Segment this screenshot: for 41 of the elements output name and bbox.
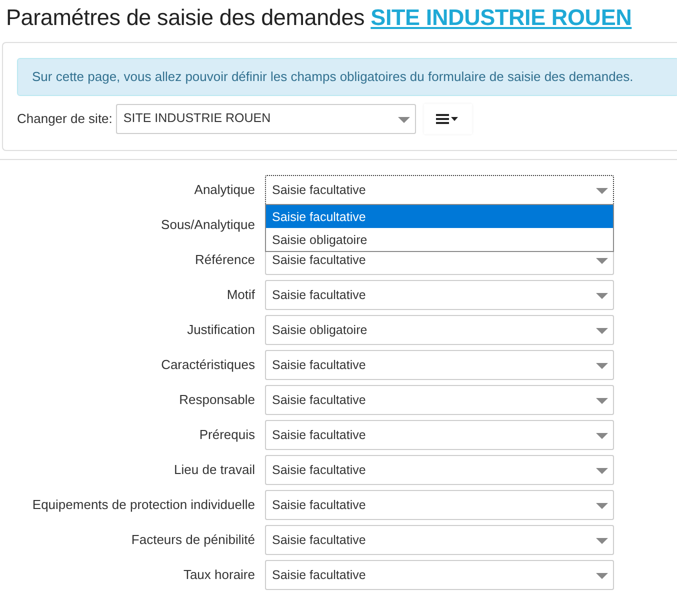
field-label: Equipements de protection individuelle [31,496,256,514]
field-label: Facteurs de pénibilité [130,531,256,550]
field-label: Taux horaire [182,566,256,584]
field-label: Justification [186,321,256,340]
site-label: Changer de site: [17,110,112,128]
field-select[interactable]: Saisie facultative [265,560,614,590]
field-label: Lieu de travail [173,461,256,480]
field-label: Référence [194,251,256,270]
field-select[interactable]: Saisie facultative [265,280,614,310]
caret-icon [596,503,608,509]
menu-button[interactable] [424,104,472,134]
caret-icon [596,433,608,439]
field-label: Prérequis [198,426,256,444]
menu-icon [436,113,460,126]
caret-icon [596,258,608,264]
field-select[interactable]: Saisie obligatoire [265,315,614,345]
field-select[interactable]: Saisie facultative [265,175,614,205]
field-label: Analytique [193,181,256,200]
caret-icon [596,398,608,404]
field-label: Responsable [178,391,256,410]
caret-icon [596,538,608,544]
caret-icon [398,116,410,122]
info-alert: Sur cette page, vous allez pouvoir définir les champs obligatoires du formulaire de saisie des demandes. [17,58,677,96]
field-select[interactable]: Saisie facultative [265,350,614,380]
field-label: Sous/Analytique [160,216,256,234]
field-select[interactable]: Saisie facultative [265,525,614,555]
caret-icon [596,363,608,369]
caret-icon [596,328,608,334]
field-select[interactable]: Saisie facultative [265,455,614,485]
page-title: Paramétres de saisie des demandes SITE INDUSTRIE ROUEN [6,4,632,32]
caret-icon [596,573,608,579]
field-label: Caractéristiques [160,356,256,374]
caret-icon [596,468,608,474]
caret-icon [596,188,608,194]
caret-icon [596,293,608,299]
field-select[interactable]: Saisie facultative [265,385,614,415]
site-select[interactable]: SITE INDUSTRIE ROUEN [116,104,416,134]
field-label: Motif [226,286,256,304]
field-select[interactable]: Saisie facultative [265,420,614,450]
field-select[interactable]: Saisie facultative [265,490,614,520]
dropdown-option[interactable]: Saisie facultative [266,205,613,228]
